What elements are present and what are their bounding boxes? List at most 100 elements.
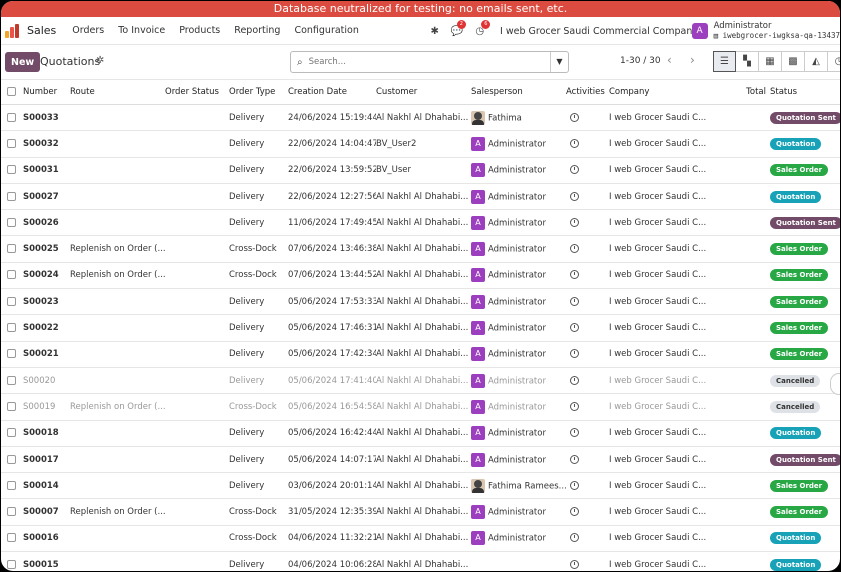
column-route[interactable]: Route — [70, 79, 165, 105]
activity-clock-icon[interactable] — [570, 323, 579, 333]
row-checkbox[interactable] — [7, 401, 16, 411]
row-checkbox[interactable] — [7, 270, 16, 280]
table-row[interactable]: S00023 Delivery 05/06/2024 17:53:33 Al Nakh… — [1, 288, 840, 316]
pager-next-icon[interactable]: › — [690, 53, 695, 67]
activity-clock-icon[interactable] — [570, 270, 579, 280]
row-checkbox[interactable] — [7, 112, 16, 122]
activity-clock-icon[interactable] — [570, 375, 579, 385]
activity-clock-icon[interactable] — [570, 138, 579, 148]
row-checkbox[interactable] — [7, 480, 16, 490]
activity-clock-icon[interactable] — [570, 165, 579, 175]
menu-products[interactable]: Products — [179, 25, 220, 36]
activity-clock-icon[interactable] — [570, 428, 579, 438]
activity-clock-icon[interactable] — [570, 401, 579, 411]
menu-to-invoice[interactable]: To Invoice — [118, 25, 165, 36]
cell-salesperson: A Administrator — [471, 341, 566, 368]
table-row[interactable]: S00031 Delivery 22/06/2024 13:59:52 BV_User… — [1, 157, 840, 184]
row-checkbox[interactable] — [7, 533, 16, 543]
row-checkbox[interactable] — [7, 323, 16, 333]
table-row[interactable]: S00007 Replenish on Order (... Cross-Dock 3… — [1, 498, 840, 526]
salesperson-name: Administrator — [488, 402, 546, 413]
chat-icon[interactable]: 💬 2 — [451, 19, 466, 37]
column-order-status[interactable]: Order Status — [165, 79, 229, 105]
cell-activities — [566, 393, 609, 421]
calendar-view-icon[interactable]: ▦ — [759, 51, 782, 72]
activity-clock-icon[interactable] — [570, 480, 579, 490]
bug-icon[interactable]: ✱ — [430, 26, 438, 37]
kanban-view-icon[interactable]: ▚ — [736, 51, 759, 72]
pager-value[interactable]: 1-30 / 30 — [620, 56, 661, 66]
column-number[interactable]: Number — [23, 79, 70, 105]
user-avatar[interactable]: A — [691, 23, 708, 39]
table-row[interactable]: S00016 Cross-Dock 04/06/2024 11:32:21 Al Na… — [1, 525, 840, 553]
row-checkbox[interactable] — [7, 296, 16, 306]
list-view-icon[interactable]: ☰ — [713, 51, 736, 72]
table-row[interactable]: S00027 Delivery 22/06/2024 12:27:56 Al Nakh… — [1, 183, 840, 211]
new-button[interactable]: New — [5, 52, 41, 72]
table-row[interactable]: S00017 Delivery 05/06/2024 14:07:17 Al Nakh… — [1, 446, 840, 474]
column-company[interactable]: Company — [609, 79, 723, 105]
table-row[interactable]: S00018 Delivery 05/06/2024 16:42:44 Al Nakh… — [1, 420, 840, 447]
menu-orders[interactable]: Orders — [72, 25, 104, 36]
activity-clock-icon[interactable] — [570, 296, 579, 306]
activity-clock-icon[interactable] — [570, 454, 579, 464]
row-checkbox[interactable] — [7, 507, 16, 517]
table-row[interactable]: S00021 Delivery 05/06/2024 17:42:34 Al Nakh… — [1, 341, 840, 368]
table-row[interactable]: S00020 Delivery 05/06/2024 17:41:40 Al Nakh… — [1, 367, 840, 395]
select-all-checkbox[interactable] — [7, 87, 16, 96]
row-select-cell — [1, 498, 23, 526]
search-input[interactable] — [306, 56, 550, 68]
column-salesperson[interactable]: Salesperson — [471, 79, 566, 105]
menu-reporting[interactable]: Reporting — [234, 25, 280, 36]
table-row[interactable]: S00026 Delivery 11/06/2024 17:49:45 Al Nakh… — [1, 209, 840, 237]
row-checkbox[interactable] — [7, 244, 16, 254]
row-checkbox[interactable] — [7, 428, 16, 438]
graph-view-icon[interactable]: ◭ — [805, 51, 828, 72]
clock-activity-icon[interactable]: ◷ 6 — [475, 19, 491, 37]
gear-icon[interactable]: ✲ — [96, 55, 104, 66]
activity-clock-icon[interactable] — [570, 244, 579, 254]
row-checkbox[interactable] — [7, 349, 16, 359]
sales-app-icon[interactable] — [5, 23, 21, 38]
column-activities[interactable]: Activities — [566, 79, 609, 105]
salesperson-avatar: A — [471, 399, 485, 414]
column-order-type[interactable]: Order Type — [229, 79, 288, 105]
cell-status: Sales Order — [770, 262, 840, 290]
activity-clock-icon[interactable] — [570, 559, 579, 569]
menu-configuration[interactable]: Configuration — [294, 25, 358, 36]
table-row[interactable]: S00033 Delivery 24/06/2024 15:19:44 Al Nakh… — [1, 104, 840, 132]
row-checkbox[interactable] — [7, 138, 16, 148]
activity-clock-icon[interactable] — [570, 507, 579, 517]
search-options-toggle[interactable]: ▼ — [550, 52, 568, 72]
table-row[interactable]: S00019 Replenish on Order (... Cross-Dock 0… — [1, 393, 840, 421]
row-checkbox[interactable] — [7, 165, 16, 175]
row-checkbox[interactable] — [7, 217, 16, 227]
table-row[interactable]: S00025 Replenish on Order (... Cross-Dock 0… — [1, 235, 840, 263]
table-row[interactable]: S00032 Delivery 22/06/2024 14:04:47 BV_User… — [1, 130, 840, 158]
user-menu[interactable]: A Administrator ▤ iwebgrocer-iwgksa-qa-1… — [691, 17, 840, 45]
table-row[interactable]: S00022 Delivery 05/06/2024 17:46:31 Al Nakh… — [1, 314, 840, 342]
table-row[interactable]: S00015 Delivery 04/06/2024 10:06:28 Al Nakh… — [1, 551, 840, 571]
app-name[interactable]: Sales — [27, 24, 56, 37]
activity-view-icon[interactable]: ◷ — [828, 51, 840, 72]
row-checkbox[interactable] — [7, 191, 16, 201]
activity-clock-icon[interactable] — [570, 191, 579, 201]
column-customer[interactable]: Customer — [376, 79, 471, 105]
row-checkbox[interactable] — [7, 559, 16, 569]
activity-clock-icon[interactable] — [570, 112, 579, 122]
row-checkbox[interactable] — [7, 375, 16, 385]
activity-clock-icon[interactable] — [570, 217, 579, 227]
column-creation-date[interactable]: Creation Date — [288, 79, 376, 105]
side-panel-handle[interactable] — [830, 373, 840, 395]
pager-previous-icon[interactable]: ‹ — [667, 53, 672, 67]
activity-clock-icon[interactable] — [570, 533, 579, 543]
table-row[interactable]: S00014 Delivery 03/06/2024 20:01:14 Al Nakh… — [1, 472, 840, 500]
column-status[interactable]: Status — [770, 79, 840, 105]
row-checkbox[interactable] — [7, 454, 16, 464]
table-row[interactable]: S00024 Replenish on Order (... Cross-Dock 0… — [1, 262, 840, 290]
company-switcher[interactable]: I web Grocer Saudi Commercial Company — [500, 26, 698, 37]
column-total[interactable]: Total — [723, 79, 770, 105]
pivot-view-icon[interactable]: ▩ — [782, 51, 805, 72]
activity-clock-icon[interactable] — [570, 349, 579, 359]
cell-creation-date: 22/06/2024 12:27:56 — [288, 183, 376, 211]
